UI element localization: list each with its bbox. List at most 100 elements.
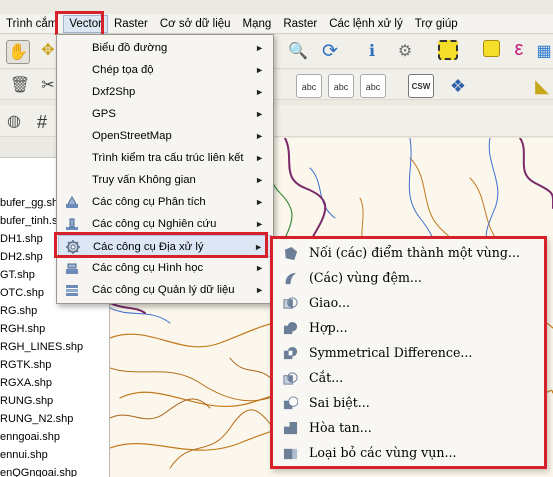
menu-item-label: Các công cụ Hình học [92,262,204,274]
select-features-icon[interactable]: ⚙ [393,40,417,64]
submenu-item-label: Loại bỏ các vùng vụn... [309,445,457,460]
menu-bar: Trình cắm Vector Raster Cơ sở dữ liệu Mạ… [0,14,553,34]
submenu-arrow-icon: ► [255,263,264,273]
menu-item-analysis-tools[interactable]: Các công cụ Phân tích ► [58,191,272,213]
eliminate-slivers-icon [283,448,298,460]
submenu-arrow-icon: ► [255,175,264,185]
attribute-table-icon[interactable]: ▦ [532,40,553,64]
submenu-item-buffer[interactable]: (Các) vùng đệm... [277,266,543,290]
difference-icon [283,396,298,410]
menu-item-label: Các công cụ Phân tích [92,196,206,208]
submenu-item-label: Nối (các) điểm thành một vùng... [309,245,520,260]
submenu-item-label: Cắt... [309,370,344,385]
layer-item[interactable]: enQGngoai.shp [0,464,109,477]
menu-help[interactable]: Trợ giúp [409,14,464,34]
submenu-item-label: Symmetrical Difference... [309,345,473,360]
layer-item[interactable]: enngoai.shp [0,428,109,446]
submenu-item-label: Sai biệt... [309,395,370,410]
submenu-item-label: Giao... [309,295,350,310]
research-tools-icon [66,218,78,230]
globe-icon[interactable]: ◍ [2,110,26,134]
submenu-arrow-icon: ► [255,153,264,163]
intersect-icon [283,297,298,309]
csw-icon[interactable]: CSW [408,74,434,98]
menu-vector[interactable]: Vector [63,14,108,33]
menu-raster-2[interactable]: Raster [277,14,323,34]
layer-item[interactable]: RUNG.shp [0,392,109,410]
menu-item-label: OpenStreetMap [92,130,172,142]
menu-item-label: Dxf2Shp [92,86,136,98]
menu-item-copy-coords[interactable]: Chép tọa độ ► [58,59,272,81]
submenu-item-difference[interactable]: Sai biệt... [277,391,543,415]
menu-item-geometry-tools[interactable]: Các công cụ Hình học ► [58,257,272,279]
label-abc-icon[interactable]: abc [296,74,322,98]
menu-item-label: GPS [92,108,116,120]
menu-item-label: Chép tọa độ [92,64,154,76]
expression-select-icon[interactable]: ε [507,37,531,61]
submenu-item-intersect[interactable]: Giao... [277,291,543,315]
delete-icon[interactable]: 🗑 [8,74,32,98]
menu-item-data-management[interactable]: Các công cụ Quản lý dữ liệu ► [58,279,272,301]
submenu-item-label: (Các) vùng đệm... [309,270,422,285]
submenu-item-label: Hòa tan... [309,420,372,435]
measure-icon[interactable]: ◣ [530,74,553,98]
geometry-tools-icon [66,263,78,274]
python-icon[interactable]: ❖ [446,74,470,98]
submenu-arrow-icon: ► [255,65,264,75]
menu-item-label: Các công cụ Địa xử lý [93,241,204,253]
menu-item-label: Các công cụ Quản lý dữ liệu [92,284,235,296]
zoom-layer-icon[interactable]: 🔍 [286,40,310,64]
menu-item-label: Truy vấn Không gian [92,174,196,186]
layer-item[interactable]: RGTK.shp [0,356,109,374]
menu-item-research-tools[interactable]: Các công cụ Nghiên cứu ► [58,213,272,235]
submenu-item-sym-difference[interactable]: Symmetrical Difference... [277,341,543,365]
submenu-item-eliminate-slivers[interactable]: Loại bỏ các vùng vụn... [277,441,543,465]
geoprocessing-gear-icon [66,240,80,254]
identify-icon[interactable]: ℹ [360,40,384,64]
submenu-arrow-icon: ► [255,285,264,295]
layer-item[interactable]: RGH.shp [0,320,109,338]
dissolve-icon [283,421,298,435]
menu-item-line-graph[interactable]: Biểu đồ đường ► [58,37,272,59]
union-icon [283,321,298,335]
layer-item[interactable]: RGH_LINES.shp [0,338,109,356]
pan-hand-icon[interactable]: ✋ [6,40,30,64]
grid-icon[interactable]: # [30,110,54,134]
menu-item-label: Biểu đồ đường [92,42,168,54]
menu-item-spatial-query[interactable]: Truy vấn Không gian ► [58,169,272,191]
menu-item-openstreetmap[interactable]: OpenStreetMap ► [58,125,272,147]
menu-plugins[interactable]: Trình cắm [0,14,63,34]
menu-item-dxf2shp[interactable]: Dxf2Shp ► [58,81,272,103]
layer-item[interactable]: RGXA.shp [0,374,109,392]
submenu-arrow-icon: ► [254,242,263,252]
analysis-tools-icon [66,195,78,208]
submenu-arrow-icon: ► [255,197,264,207]
sym-difference-icon [283,346,298,360]
menu-item-label: Các công cụ Nghiên cứu [92,218,217,230]
deselect-icon[interactable] [483,40,500,57]
menu-item-gps[interactable]: GPS ► [58,103,272,125]
submenu-arrow-icon: ► [255,219,264,229]
menu-item-topology-checker[interactable]: Trình kiểm tra cấu trúc liên kết ► [58,147,272,169]
submenu-item-clip[interactable]: Cắt... [277,366,543,390]
clip-icon [283,372,298,385]
menu-processing[interactable]: Các lệnh xử lý [323,14,409,34]
layer-item[interactable]: ennui.shp [0,446,109,464]
label-abc-2-icon[interactable]: abc [328,74,354,98]
layer-item[interactable]: RUNG_N2.shp [0,410,109,428]
menu-raster[interactable]: Raster [108,14,154,34]
convex-hull-icon [284,246,298,261]
submenu-item-convex-hull[interactable]: Nối (các) điểm thành một vùng... [277,241,543,265]
submenu-item-union[interactable]: Hợp... [277,316,543,340]
layer-item[interactable]: RG.shp [0,302,109,320]
menu-web[interactable]: Mạng [237,14,278,34]
submenu-item-dissolve[interactable]: Hòa tan... [277,416,543,440]
submenu-arrow-icon: ► [255,109,264,119]
label-abc-3-icon[interactable]: abc [360,74,386,98]
menu-database[interactable]: Cơ sở dữ liệu [154,14,237,34]
buffer-icon [285,272,297,285]
select-rectangle-icon[interactable] [438,40,458,60]
menu-item-geoprocessing-tools[interactable]: Các công cụ Địa xử lý ► [58,235,272,257]
refresh-icon[interactable]: ⟳ [318,40,342,64]
submenu-arrow-icon: ► [255,131,264,141]
